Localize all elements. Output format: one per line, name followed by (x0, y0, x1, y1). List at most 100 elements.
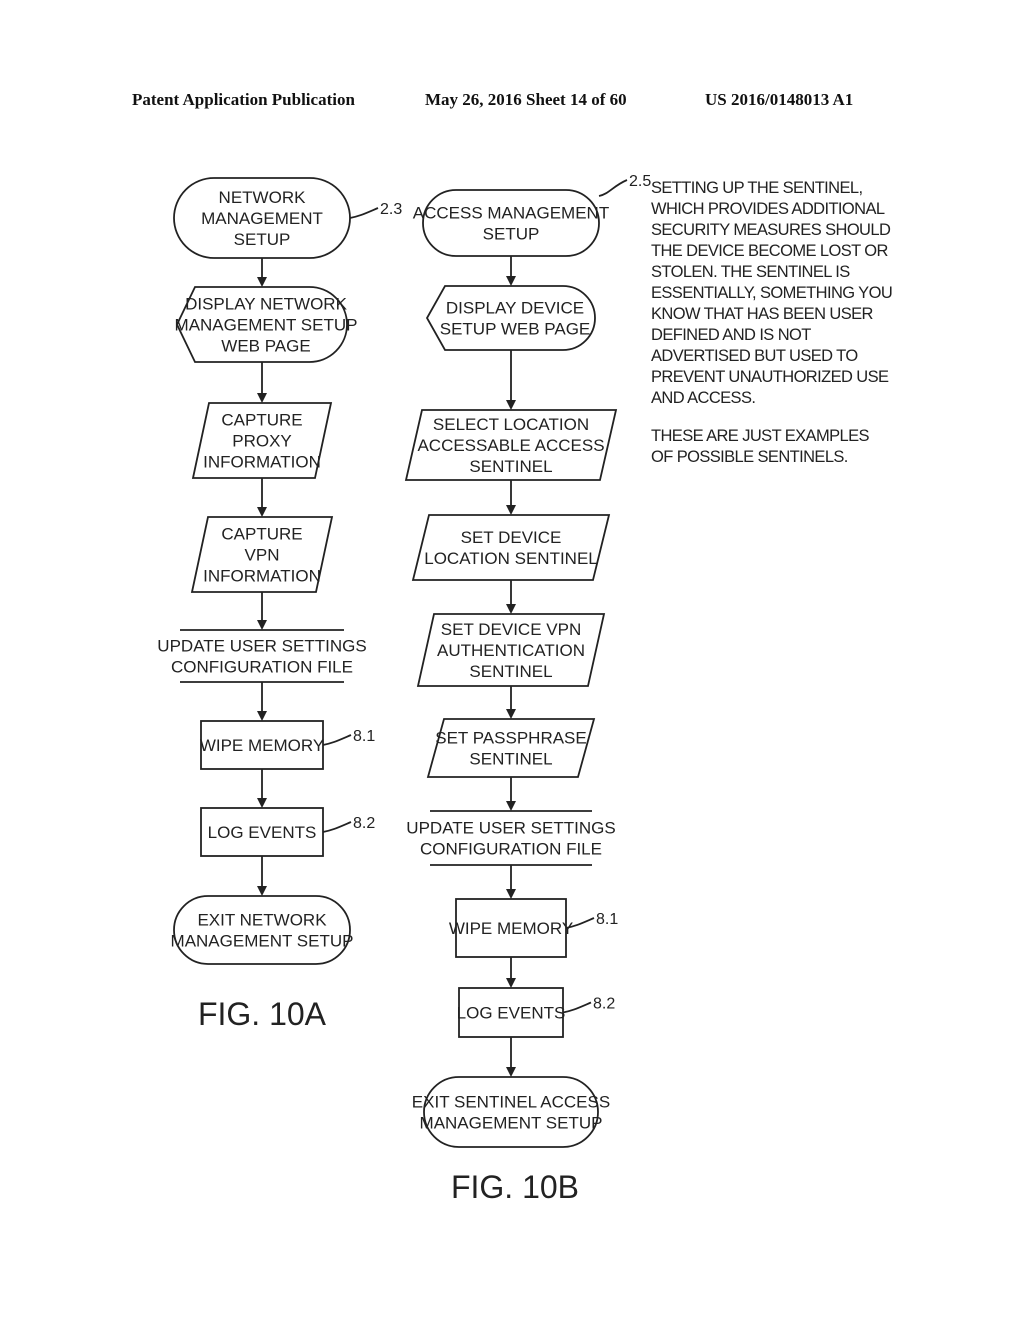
arrowhead-icon (257, 798, 267, 808)
node-label: MANAGEMENT SETUP (175, 316, 358, 335)
node-label: WIPE MEMORY (200, 736, 324, 755)
figure-caption: FIG. 10B (451, 1169, 579, 1205)
display-shape (425, 285, 596, 351)
note-line: PREVENT UNAUTHORIZED USE (651, 368, 889, 386)
sentinel-examples-note: THESE ARE JUST EXAMPLES OF POSSIBLE SENTI… (651, 426, 869, 468)
reference-numeral: 2.3 (380, 201, 402, 218)
note-line: THESE ARE JUST EXAMPLES (651, 427, 869, 445)
note-line: ADVERTISED BUT USED TO (651, 347, 858, 365)
node-label: MANAGEMENT SETUP (420, 1114, 603, 1133)
flowchart-node-b8: WIPE MEMORY (449, 898, 573, 958)
arrowhead-icon (506, 709, 516, 719)
node-label: SENTINEL (469, 750, 552, 769)
node-label: SENTINEL (469, 662, 552, 681)
arrowhead-icon (506, 801, 516, 811)
node-label: WIPE MEMORY (449, 919, 573, 938)
flowchart-node-a7: LOG EVENTS (200, 807, 324, 857)
node-label: ACCESS MANAGEMENT (413, 204, 609, 223)
arrowhead-icon (257, 620, 267, 630)
node-label: INFORMATION (203, 567, 321, 586)
terminal-shape (423, 1076, 599, 1148)
note-line: THE DEVICE BECOME LOST OR (651, 242, 888, 260)
flowchart-node-b6: SET PASSPHRASE SENTINEL (426, 718, 596, 778)
node-label: INFORMATION (203, 453, 321, 472)
flowchart-node-a5: UPDATE USER SETTINGS CONFIGURATION FILE (157, 629, 367, 683)
io-parallelogram-shape (411, 514, 611, 581)
note-line: DEFINED AND IS NOT (651, 326, 811, 344)
note-line: KNOW THAT HAS BEEN USER (651, 305, 873, 323)
node-label: LOG EVENTS (457, 1004, 566, 1023)
flowchart-node-b7: UPDATE USER SETTINGS CONFIGURATION FILE (406, 810, 616, 866)
reference-leader-line (562, 1001, 592, 1014)
arrowhead-icon (506, 1067, 516, 1077)
arrowhead-icon (506, 400, 516, 410)
node-label: ACCESSABLE ACCESS (417, 436, 604, 455)
node-label: SENTINEL (469, 457, 552, 476)
arrowhead-icon (257, 711, 267, 721)
arrowhead-icon (506, 889, 516, 899)
node-label: SETUP WEB PAGE (440, 320, 591, 339)
node-label: MANAGEMENT SETUP (171, 932, 354, 951)
node-label: DISPLAY NETWORK (185, 295, 348, 314)
node-label: WEB PAGE (221, 337, 310, 356)
flowchart-node-b10: EXIT SENTINEL ACCESS MANAGEMENT SETUP (412, 1076, 610, 1148)
reference-numeral: 8.1 (596, 911, 618, 928)
note-line: STOLEN. THE SENTINEL IS (651, 263, 850, 281)
node-label: SELECT LOCATION (433, 415, 589, 434)
node-label: MANAGEMENT (201, 209, 323, 228)
flowchart-node-b9: LOG EVENTS (457, 987, 566, 1038)
figure-caption: FIG. 10A (198, 996, 327, 1032)
flowchart-node-a2: DISPLAY NETWORK MANAGEMENT SETUP WEB PAGE (175, 286, 358, 363)
arrowhead-icon (506, 978, 516, 988)
flowchart-node-a6: WIPE MEMORY (200, 720, 324, 770)
arrowhead-icon (257, 277, 267, 287)
node-label: EXIT SENTINEL ACCESS (412, 1093, 610, 1112)
reference-numeral: 8.2 (593, 996, 615, 1013)
note-line: ESSENTIALLY, SOMETHING YOU (651, 284, 893, 302)
node-label: SET DEVICE (461, 528, 562, 547)
reference-leader-line (322, 734, 352, 746)
arrowhead-icon (506, 276, 516, 286)
node-label: VPN (245, 546, 280, 565)
arrowhead-icon (257, 886, 267, 896)
note-line: SETTING UP THE SENTINEL, (651, 179, 863, 197)
terminal-shape (422, 189, 600, 257)
node-label: SET DEVICE VPN (441, 620, 581, 639)
reference-numeral: 8.2 (353, 815, 375, 832)
node-label: SET PASSPHRASE (435, 729, 586, 748)
node-label: SETUP (483, 225, 540, 244)
node-label: LOG EVENTS (208, 823, 317, 842)
node-label: LOCATION SENTINEL (424, 549, 598, 568)
sentinel-note: SETTING UP THE SENTINEL, WHICH PROVIDES A… (651, 178, 893, 409)
flowchart-node-a4: CAPTURE VPN INFORMATION (190, 516, 334, 593)
node-label: NETWORK (219, 188, 307, 207)
reference-leader-line (598, 179, 628, 197)
reference-leader-line (322, 821, 352, 833)
reference-numeral: 2.5 (629, 173, 651, 190)
flowchart-node-a3: CAPTURE PROXY INFORMATION (191, 402, 333, 479)
note-line: WHICH PROVIDES ADDITIONAL (651, 200, 885, 218)
node-label: UPDATE USER SETTINGS (406, 819, 615, 838)
terminal-shape (173, 895, 351, 965)
arrowhead-icon (506, 505, 516, 515)
arrowhead-icon (257, 507, 267, 517)
flowchart-node-b1: ACCESS MANAGEMENT SETUP (413, 189, 609, 257)
reference-leader-line (349, 207, 379, 219)
note-line: OF POSSIBLE SENTINELS. (651, 448, 848, 466)
flowchart-node-a8: EXIT NETWORK MANAGEMENT SETUP (171, 895, 354, 965)
node-label: CONFIGURATION FILE (420, 840, 602, 859)
node-label: SETUP (234, 230, 291, 249)
node-label: CAPTURE (221, 411, 302, 430)
flowchart-node-b2: DISPLAY DEVICE SETUP WEB PAGE (425, 285, 596, 351)
reference-numeral: 8.1 (353, 728, 375, 745)
note-line: AND ACCESS. (651, 389, 756, 407)
node-label: PROXY (232, 432, 292, 451)
node-label: CONFIGURATION FILE (171, 658, 353, 677)
arrowhead-icon (257, 393, 267, 403)
node-label: EXIT NETWORK (197, 911, 327, 930)
note-line: SECURITY MEASURES SHOULD (651, 221, 891, 239)
flowchart-node-b4: SET DEVICE LOCATION SENTINEL (411, 514, 611, 581)
node-label: AUTHENTICATION (437, 641, 585, 660)
node-label: DISPLAY DEVICE (446, 299, 584, 318)
flowchart-node-b5: SET DEVICE VPN AUTHENTICATION SENTINEL (416, 613, 606, 687)
